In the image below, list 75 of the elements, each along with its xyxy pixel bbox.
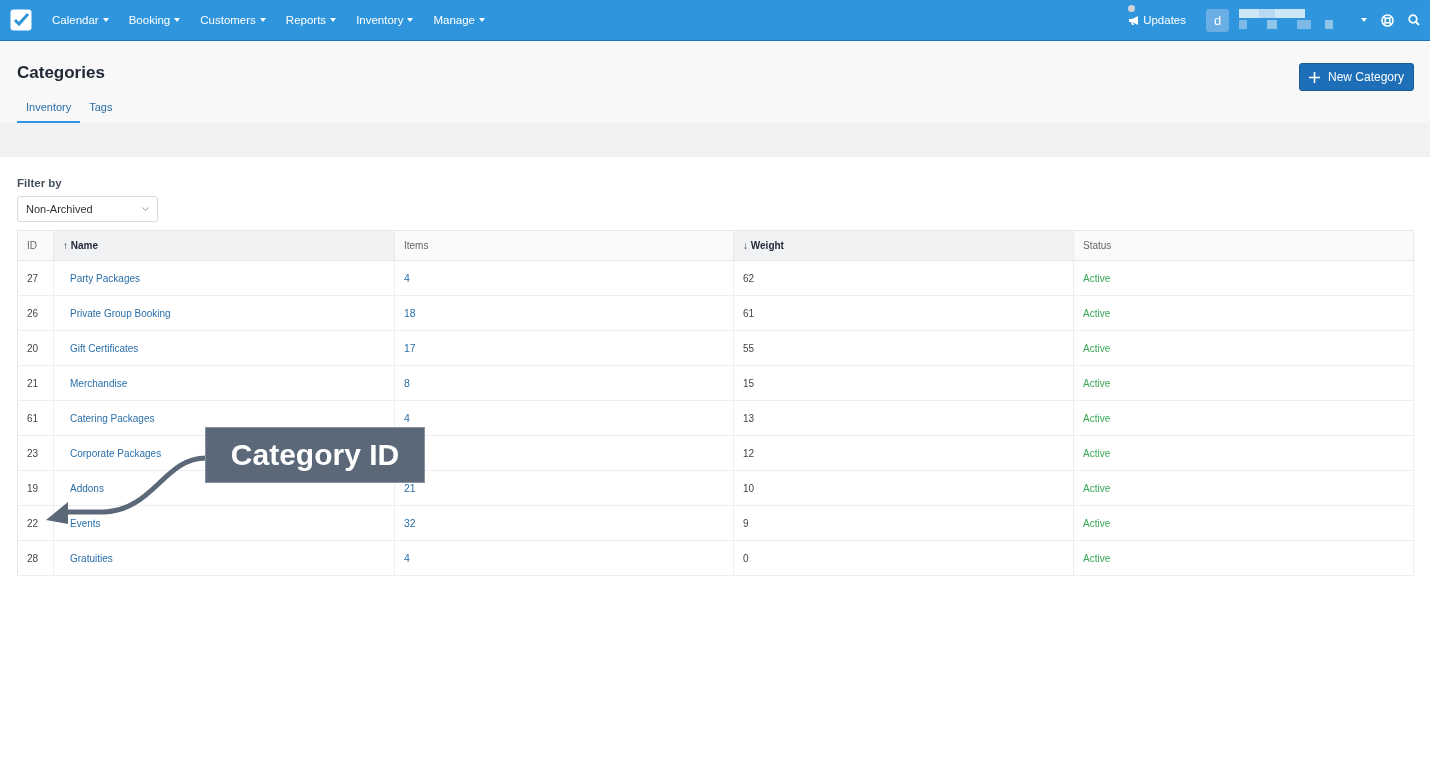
status-text: Active <box>1083 552 1111 564</box>
category-link[interactable]: Party Packages <box>70 272 141 284</box>
id-cell: 61 <box>17 400 54 436</box>
status-text: Active <box>1083 272 1111 284</box>
weight-cell: 55 <box>733 330 1074 366</box>
weight-cell: 9 <box>733 505 1074 541</box>
status-text: Active <box>1083 517 1111 529</box>
plus-icon <box>1308 71 1320 83</box>
nav-menu[interactable]: Calendar <box>52 14 109 26</box>
caret-icon <box>479 18 485 22</box>
status-text: Active <box>1083 307 1111 319</box>
items-count-link[interactable]: 32 <box>404 517 416 529</box>
category-link[interactable]: Gratuities <box>70 552 113 564</box>
category-link[interactable]: Gift Certificates <box>70 342 139 354</box>
id-cell: 28 <box>17 540 54 576</box>
status-text: Active <box>1083 412 1111 424</box>
new-category-button[interactable]: New Category <box>1298 63 1414 91</box>
notification-dot <box>1128 5 1136 12</box>
tab[interactable]: Tags <box>80 97 122 123</box>
weight-cell: 15 <box>733 365 1074 401</box>
status-text: Active <box>1083 447 1111 459</box>
caret-icon <box>174 18 181 22</box>
column-header[interactable]: ↓ Weight <box>733 230 1074 261</box>
chevron-down-icon <box>142 207 149 211</box>
id-cell: 21 <box>17 365 54 401</box>
weight-cell: 12 <box>733 435 1074 471</box>
id-cell: 23 <box>17 435 54 471</box>
nav-menu[interactable]: Customers <box>200 14 266 26</box>
column-header[interactable]: ID <box>17 230 54 261</box>
nav-menu[interactable]: Booking <box>128 14 181 26</box>
items-count-link[interactable]: 21 <box>404 482 416 494</box>
weight-cell: 0 <box>733 540 1074 576</box>
page-title: Categories <box>17 63 106 83</box>
status-text: Active <box>1083 482 1111 494</box>
weight-cell: 10 <box>733 470 1074 506</box>
category-link[interactable]: Addons <box>70 482 104 494</box>
search-icon[interactable] <box>1408 14 1420 26</box>
megaphone-icon <box>1128 14 1141 26</box>
updates-link[interactable]: Updates <box>1128 14 1186 26</box>
category-link[interactable]: Merchandise <box>70 377 128 389</box>
id-cell: 20 <box>17 330 54 366</box>
category-link[interactable]: Corporate Packages <box>70 447 162 459</box>
items-count-link[interactable]: 4 <box>404 272 410 284</box>
weight-cell: 13 <box>733 400 1074 436</box>
weight-cell: 61 <box>733 295 1074 331</box>
caret-icon <box>259 18 266 22</box>
column-header[interactable]: Status <box>1073 230 1414 261</box>
id-cell: 19 <box>17 470 54 506</box>
nav-menu[interactable]: Manage <box>433 14 485 26</box>
id-cell: 27 <box>17 260 54 296</box>
nav-menu[interactable]: Inventory <box>356 14 414 26</box>
caret-icon <box>407 18 414 22</box>
category-link[interactable]: Catering Packages <box>70 412 155 424</box>
weight-cell: 62 <box>733 260 1074 296</box>
items-count-link[interactable]: 4 <box>404 412 410 424</box>
status-text: Active <box>1083 342 1111 354</box>
items-count-link[interactable]: 8 <box>404 377 410 389</box>
user-menu-caret-icon[interactable] <box>1361 18 1367 22</box>
items-count-link[interactable]: 4 <box>404 552 410 564</box>
items-count-link[interactable]: 17 <box>404 342 416 354</box>
filter-dropdown[interactable]: Non-Archived <box>17 196 158 222</box>
category-link[interactable]: Private Group Booking <box>70 307 171 319</box>
caret-icon <box>330 18 337 22</box>
lifebuoy-icon[interactable] <box>1381 13 1394 27</box>
caret-icon <box>102 18 109 22</box>
status-text: Active <box>1083 377 1111 389</box>
checkbox-logo-icon[interactable] <box>10 9 32 31</box>
nav-menu[interactable]: Reports <box>285 14 337 26</box>
id-cell: 26 <box>17 295 54 331</box>
column-header[interactable]: ↑ Name <box>53 230 395 261</box>
category-link[interactable]: Events <box>70 517 101 529</box>
filter-label: Filter by <box>17 177 63 189</box>
items-count-link[interactable]: 18 <box>404 307 416 319</box>
column-header[interactable]: Items <box>394 230 734 261</box>
annotation-callout: Category ID <box>205 427 425 483</box>
